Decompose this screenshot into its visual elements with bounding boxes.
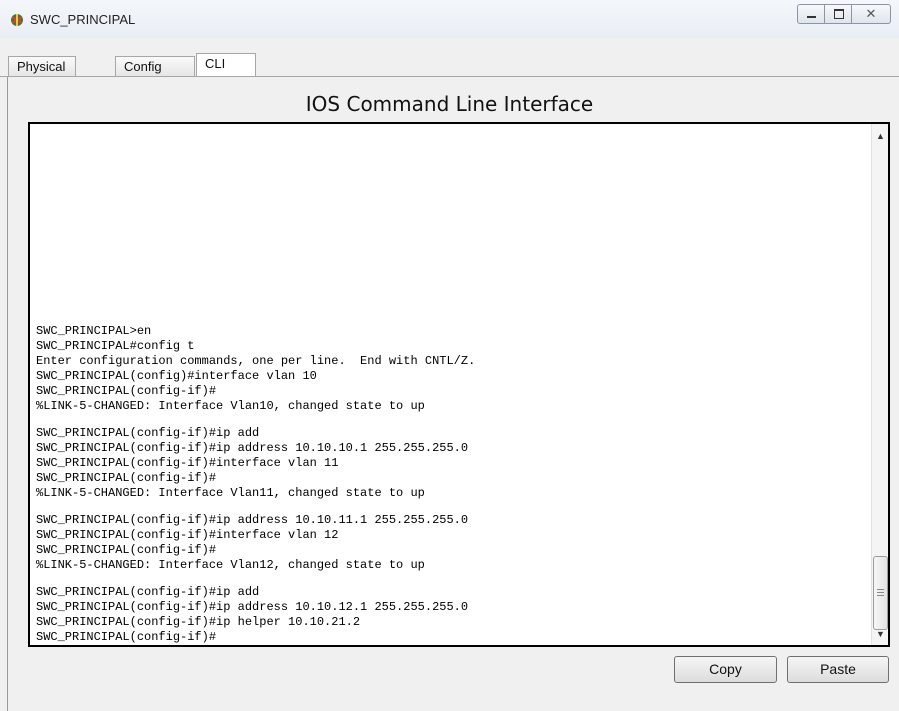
console-line: SWC_PRINCIPAL#config t	[36, 339, 195, 353]
console-line: SWC_PRINCIPAL(config-if)#interface vlan …	[36, 528, 339, 542]
router-icon	[11, 14, 23, 26]
scroll-thumb[interactable]	[873, 556, 888, 630]
tab-config[interactable]: Config	[115, 56, 195, 76]
tab-physical[interactable]: Physical	[8, 56, 76, 76]
tab-physical-label: Physical	[17, 59, 66, 74]
console-line: SWC_PRINCIPAL(config-if)#	[36, 471, 217, 485]
close-button[interactable]: ✕	[851, 4, 891, 24]
copy-button[interactable]: Copy	[674, 656, 777, 683]
console-line: SWC_PRINCIPAL(config-if)#ip address 10.1…	[36, 441, 469, 455]
window-controls: ✕	[797, 4, 891, 26]
panel-border	[7, 77, 8, 711]
console-line: SWC_PRINCIPAL(config-if)#ip add	[36, 585, 260, 599]
console-line: Enter configuration commands, one per li…	[36, 354, 476, 368]
console-line: %LINK-5-CHANGED: Interface Vlan10, chang…	[36, 399, 425, 413]
maximize-button[interactable]	[824, 4, 852, 24]
tab-config-label: Config	[124, 59, 162, 74]
tab-cli-label: CLI	[205, 56, 226, 71]
console-line: SWC_PRINCIPAL(config-if)#ip address 10.1…	[36, 513, 469, 527]
console-line: SWC_PRINCIPAL(config-if)#	[36, 630, 217, 644]
close-icon: ✕	[865, 6, 877, 21]
tab-bar: Physical Config CLI	[0, 38, 899, 77]
console-line: %LINK-5-CHANGED: Interface Vlan12, chang…	[36, 558, 425, 572]
grip-icon	[877, 589, 884, 596]
console-output[interactable]: SWC_PRINCIPAL>en SWC_PRINCIPAL#config t En…	[36, 324, 862, 645]
paste-button[interactable]: Paste	[787, 656, 889, 683]
minimize-icon	[807, 16, 816, 18]
console-line: SWC_PRINCIPAL(config-if)#ip address 10.1…	[36, 600, 469, 614]
maximize-icon	[834, 9, 844, 19]
tab-cli[interactable]: CLI	[196, 53, 256, 77]
console-line: SWC_PRINCIPAL(config-if)#ip helper 10.10…	[36, 615, 361, 629]
console-line: SWC_PRINCIPAL(config-if)#interface vlan …	[36, 456, 339, 470]
scroll-up-icon[interactable]: ▲	[872, 128, 889, 145]
console-line: %LINK-5-CHANGED: Interface Vlan11, chang…	[36, 486, 425, 500]
console-line: SWC_PRINCIPAL(config-if)#ip add	[36, 426, 260, 440]
console-line: SWC_PRINCIPAL(config)#interface vlan 10	[36, 369, 317, 383]
window-titlebar[interactable]: SWC_PRINCIPAL ✕	[0, 0, 899, 39]
console-scrollbar[interactable]: ▲ ▼	[871, 124, 888, 645]
console-line: SWC_PRINCIPAL(config-if)#	[36, 543, 217, 557]
window-title: SWC_PRINCIPAL	[30, 12, 136, 27]
page-title: IOS Command Line Interface	[305, 92, 594, 116]
console-line: SWC_PRINCIPAL>en	[36, 324, 152, 338]
minimize-button[interactable]	[797, 4, 825, 24]
cli-console[interactable]: SWC_PRINCIPAL>en SWC_PRINCIPAL#config t En…	[28, 122, 890, 647]
scroll-down-icon[interactable]: ▼	[872, 626, 889, 643]
console-line: SWC_PRINCIPAL(config-if)#	[36, 384, 217, 398]
